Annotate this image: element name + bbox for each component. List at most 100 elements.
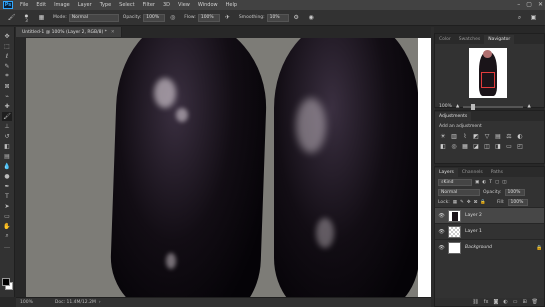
crop-tool-icon[interactable]: ⌗: [2, 72, 12, 81]
eye-icon[interactable]: 👁: [438, 245, 445, 251]
menu-help[interactable]: Help: [222, 2, 241, 8]
hand-tool-icon[interactable]: ✋: [2, 222, 12, 231]
menu-3d[interactable]: 3D: [159, 2, 174, 8]
rectangle-tool-icon[interactable]: ▭: [2, 212, 12, 221]
pressure-size-icon[interactable]: ◉: [307, 13, 316, 22]
opacity-field[interactable]: 100%: [143, 13, 166, 22]
menu-file[interactable]: File: [16, 2, 32, 8]
tab-navigator[interactable]: Navigator: [484, 35, 515, 44]
vibrance-icon[interactable]: ▽: [483, 133, 491, 140]
move-tool-icon[interactable]: ✥: [2, 32, 12, 41]
channel-mixer-icon[interactable]: ◎: [450, 143, 458, 150]
lock-all-icon[interactable]: 🔒: [480, 200, 486, 205]
threshold-icon[interactable]: ◨: [494, 143, 502, 150]
pressure-opacity-icon[interactable]: ◎: [168, 13, 177, 22]
frame-tool-icon[interactable]: ⊠: [2, 82, 12, 91]
smoothing-field[interactable]: 10%: [266, 13, 289, 22]
eye-icon[interactable]: 👁: [438, 229, 445, 235]
tab-swatches[interactable]: Swatches: [455, 35, 485, 44]
lasso-tool-icon[interactable]: ℓ: [2, 52, 12, 61]
zoom-level[interactable]: 100%: [20, 300, 33, 305]
selective-color-icon[interactable]: ◰: [516, 143, 524, 150]
document-info[interactable]: Doc: 11.4M/12.2M: [55, 300, 96, 305]
blur-tool-icon[interactable]: 💧: [2, 162, 12, 171]
eraser-tool-icon[interactable]: ◧: [2, 142, 12, 151]
filter-adjustment-icon[interactable]: ◐: [482, 180, 486, 185]
canvas[interactable]: [26, 38, 431, 297]
new-adjustment-icon[interactable]: ◐: [503, 299, 507, 305]
add-mask-icon[interactable]: ◙: [493, 299, 498, 305]
link-layers-icon[interactable]: ⛓: [472, 299, 478, 305]
marquee-tool-icon[interactable]: ⬚: [2, 42, 12, 51]
navigator-view-box[interactable]: [481, 72, 495, 88]
blend-mode-select[interactable]: Normal: [438, 188, 480, 196]
filter-shape-icon[interactable]: ▢: [495, 180, 499, 185]
lock-transparent-icon[interactable]: ▦: [453, 200, 457, 205]
gradient-tool-icon[interactable]: ▤: [2, 152, 12, 161]
gear-icon[interactable]: ⚙: [292, 13, 301, 22]
quick-select-tool-icon[interactable]: ✎: [2, 62, 12, 71]
search-icon[interactable]: ⌕: [515, 13, 524, 22]
menu-layer[interactable]: Layer: [74, 2, 96, 8]
curves-icon[interactable]: ⌇: [461, 133, 469, 140]
filter-smart-icon[interactable]: ◫: [502, 180, 506, 185]
navigator-zoom-value[interactable]: 100%: [439, 104, 452, 109]
layer-filter-select[interactable]: ⌕ Kind: [438, 178, 472, 186]
flow-field[interactable]: 100%: [197, 13, 220, 22]
tab-paths[interactable]: Paths: [487, 168, 507, 177]
close-button[interactable]: ✕: [538, 1, 543, 8]
airbrush-icon[interactable]: ✈: [223, 13, 232, 22]
tab-color[interactable]: Color: [435, 35, 455, 44]
history-brush-tool-icon[interactable]: ↺: [2, 132, 12, 141]
zoom-out-icon[interactable]: ▲: [456, 104, 459, 109]
layer-name[interactable]: Background: [465, 245, 536, 250]
chevron-right-icon[interactable]: ›: [99, 300, 101, 305]
black-white-icon[interactable]: ◐: [516, 133, 524, 140]
layer-name[interactable]: Layer 2: [465, 213, 544, 218]
layer-opacity-field[interactable]: 100%: [504, 188, 525, 196]
tab-adjustments[interactable]: Adjustments: [435, 112, 472, 121]
color-balance-icon[interactable]: ⚖: [505, 133, 513, 140]
levels-icon[interactable]: ▥: [450, 133, 458, 140]
delete-layer-icon[interactable]: 🗑: [532, 299, 538, 305]
workspace-icon[interactable]: ▣: [529, 13, 538, 22]
path-selection-tool-icon[interactable]: ➤: [2, 202, 12, 211]
foreground-color-swatch[interactable]: [2, 278, 10, 286]
menu-type[interactable]: Type: [96, 2, 115, 8]
color-lookup-icon[interactable]: ▦: [461, 143, 469, 150]
tab-layers[interactable]: Layers: [435, 168, 458, 177]
maximize-button[interactable]: ▢: [526, 1, 532, 8]
new-layer-icon[interactable]: ⊞: [522, 299, 526, 305]
menu-select[interactable]: Select: [115, 2, 138, 8]
brush-preset-picker[interactable]: ● 3: [22, 13, 31, 23]
lock-position-icon[interactable]: ✥: [467, 200, 471, 205]
minimize-button[interactable]: –: [517, 1, 520, 8]
brightness-icon[interactable]: ☀: [439, 133, 447, 140]
menu-view[interactable]: View: [174, 2, 194, 8]
invert-icon[interactable]: ◪: [472, 143, 480, 150]
slider-knob[interactable]: [471, 103, 476, 110]
menu-image[interactable]: Image: [50, 2, 74, 8]
menu-edit[interactable]: Edit: [32, 2, 50, 8]
lock-artboard-icon[interactable]: ⊠: [474, 200, 478, 205]
layer-name[interactable]: Layer 1: [465, 229, 544, 234]
tab-channels[interactable]: Channels: [458, 168, 487, 177]
healing-brush-tool-icon[interactable]: ✚: [2, 102, 12, 111]
document-tab[interactable]: Untitled-1 @ 100% (Layer 2, RGB/8) * ✕: [16, 27, 122, 37]
eyedropper-tool-icon[interactable]: ⌁: [2, 92, 12, 101]
gradient-map-icon[interactable]: ▭: [505, 143, 513, 150]
more-tools-icon[interactable]: …: [2, 242, 12, 251]
posterize-icon[interactable]: ◫: [483, 143, 491, 150]
close-tab-icon[interactable]: ✕: [111, 30, 115, 35]
layer-style-icon[interactable]: fx: [484, 299, 489, 305]
navigator-thumbnail[interactable]: [469, 48, 507, 98]
hue-saturation-icon[interactable]: ▤: [494, 133, 502, 140]
clone-stamp-tool-icon[interactable]: ⊥: [2, 122, 12, 131]
brush-tool-icon[interactable]: 🖌: [2, 111, 12, 121]
fill-field[interactable]: 100%: [507, 198, 528, 206]
eye-icon[interactable]: 👁: [438, 213, 445, 219]
mode-select[interactable]: Normal: [68, 13, 119, 22]
filter-pixel-icon[interactable]: ▣: [475, 180, 479, 185]
menu-filter[interactable]: Filter: [139, 2, 159, 8]
pen-tool-icon[interactable]: ✒: [2, 182, 12, 191]
